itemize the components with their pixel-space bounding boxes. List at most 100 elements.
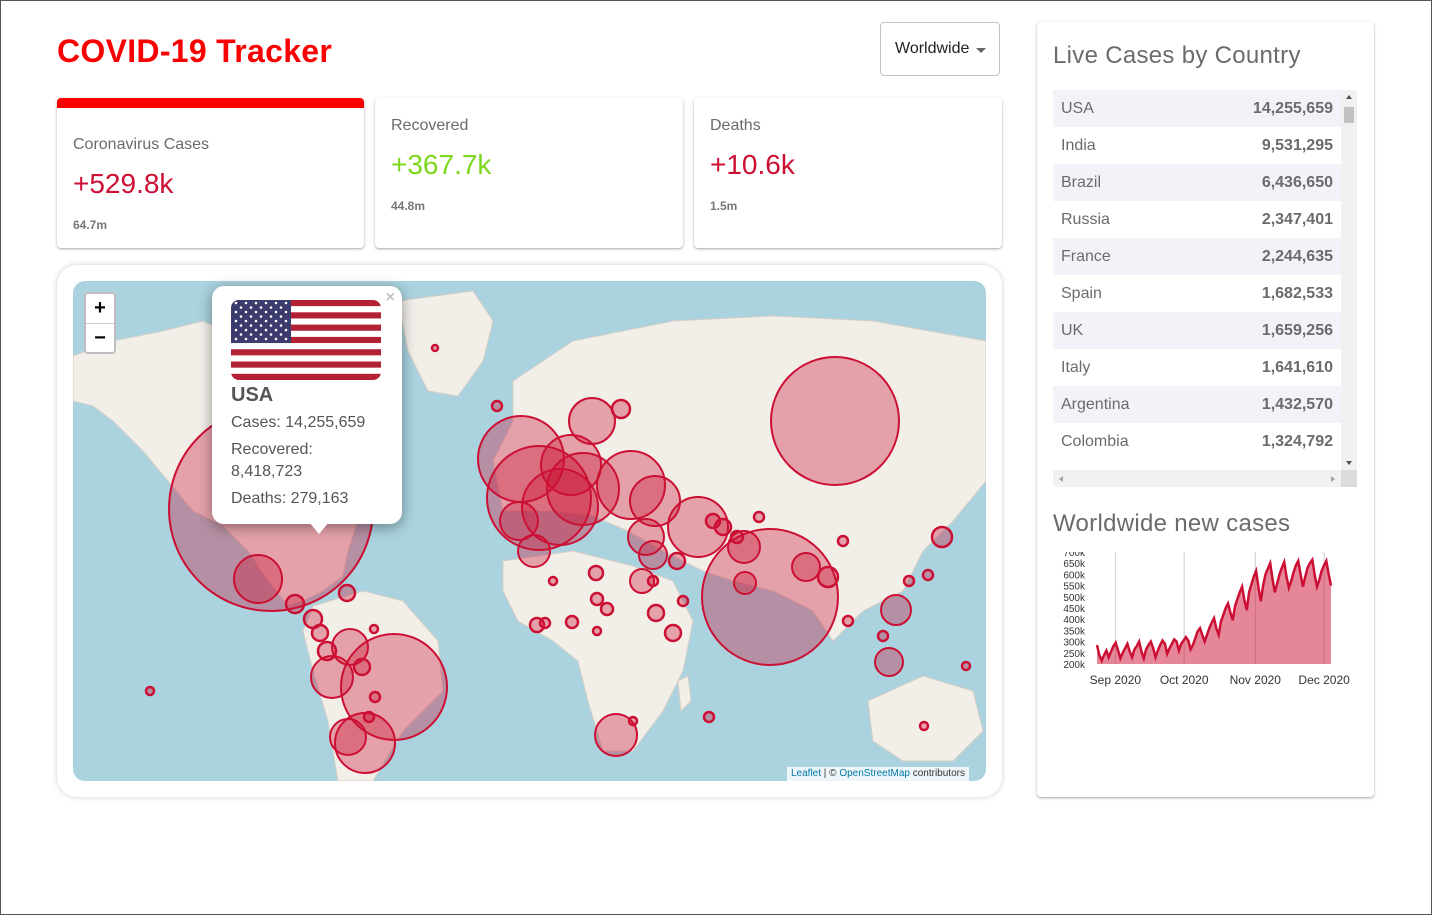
country-cases: 1,682,533: [1261, 284, 1333, 302]
y-tick-label: 400k: [1063, 615, 1086, 626]
country-name: Spain: [1061, 284, 1102, 302]
table-row: Italy 1,641,610: [1053, 349, 1341, 386]
card-total-value: 1.5m: [710, 199, 738, 213]
y-tick-label: 600k: [1063, 570, 1086, 581]
case-circle: [310, 623, 330, 643]
attribution-suffix: contributors: [909, 768, 965, 779]
case-circle: [547, 575, 559, 587]
case-circle: [663, 623, 683, 643]
y-tick-label: 250k: [1063, 649, 1086, 660]
case-circle: [918, 720, 930, 732]
country-name: France: [1061, 247, 1111, 265]
x-tick-label: Nov 2020: [1230, 673, 1282, 687]
country-name: UK: [1061, 321, 1084, 339]
case-circle: [144, 685, 156, 697]
y-tick-label: 550k: [1063, 582, 1086, 593]
deaths-card[interactable]: Deaths +10.6k 1.5m: [694, 98, 1002, 248]
case-circle: [362, 710, 376, 724]
case-circle: [704, 512, 722, 530]
table-row: Colombia 1,324,792: [1053, 423, 1341, 460]
scroll-left-arrow-icon[interactable]: [1059, 476, 1063, 482]
app-title: COVID-19 Tracker: [57, 33, 333, 69]
leaflet-link[interactable]: Leaflet: [791, 768, 821, 779]
case-circle: [880, 594, 912, 626]
case-circle: [874, 647, 904, 677]
scroll-right-arrow-icon[interactable]: [1331, 476, 1335, 482]
case-circle: [546, 452, 620, 526]
table-row: Brazil 6,436,650: [1053, 164, 1341, 201]
y-tick-label: 700k: [1063, 552, 1086, 559]
country-name: Brazil: [1061, 173, 1102, 191]
case-circle: [902, 574, 916, 588]
country-select[interactable]: Worldwide: [880, 22, 1000, 76]
x-tick-label: Sep 2020: [1090, 673, 1142, 687]
chevron-down-icon: [976, 48, 986, 53]
case-circle: [627, 715, 639, 727]
case-circle: [587, 564, 605, 582]
scroll-up-arrow-icon[interactable]: [1346, 95, 1352, 99]
case-circle: [337, 583, 357, 603]
chart-title: Worldwide new cases: [1053, 510, 1291, 537]
popup-deaths: Deaths: 279,163: [231, 490, 349, 507]
table-row: India 9,531,295: [1053, 127, 1341, 164]
cases-card[interactable]: Coronavirus Cases +529.8k 64.7m: [57, 98, 364, 248]
case-circle: [752, 510, 766, 524]
australia-land: [867, 675, 984, 762]
case-circle: [770, 356, 900, 486]
new-cases-chart: 700k650k600k550k500k450k400k350k300k250k…: [1063, 552, 1350, 687]
case-circle: [729, 529, 745, 545]
osm-link[interactable]: OpenStreetMap: [839, 768, 910, 779]
country-cases: 9,531,295: [1261, 136, 1333, 154]
case-circle: [733, 571, 757, 595]
zoom-out-button[interactable]: −: [86, 324, 114, 353]
y-tick-label: 500k: [1063, 593, 1086, 604]
recovered-card[interactable]: Recovered +367.7k 44.8m: [375, 98, 683, 248]
table-row: France 2,244,635: [1053, 238, 1341, 275]
countries-table[interactable]: USA 14,255,659 India 9,531,295 Brazil 6,436…: [1053, 90, 1341, 460]
country-name: India: [1061, 136, 1096, 154]
map-attribution: Leaflet | © OpenStreetMap contributors: [787, 767, 969, 781]
table-row: Russia 2,347,401: [1053, 201, 1341, 238]
case-circle: [876, 629, 890, 643]
y-tick-label: 300k: [1063, 638, 1086, 649]
popup-tip: [309, 522, 329, 534]
popup-recovered-label: Recovered:: [231, 441, 313, 458]
case-circle: [233, 554, 283, 604]
table-vertical-scrollbar[interactable]: [1341, 90, 1357, 470]
card-total-value: 44.8m: [391, 199, 426, 213]
country-name: Russia: [1061, 210, 1110, 228]
table-row: Spain 1,682,533: [1053, 275, 1341, 312]
case-circle: [310, 655, 354, 699]
us-flag-icon: [231, 300, 381, 380]
card-today-value: +367.7k: [391, 149, 492, 180]
country-cases: 2,347,401: [1261, 210, 1333, 228]
country-cases: 1,324,792: [1261, 432, 1333, 450]
greenland-land: [397, 290, 494, 397]
country-cases: 14,255,659: [1252, 99, 1333, 117]
y-tick-label: 200k: [1063, 660, 1086, 671]
close-icon[interactable]: ×: [386, 289, 395, 307]
case-circle: [791, 552, 821, 582]
case-circle: [284, 593, 306, 615]
case-circle: [638, 540, 668, 570]
table-horizontal-scrollbar[interactable]: [1053, 470, 1341, 487]
map-svg: [73, 290, 986, 781]
case-circle: [589, 591, 605, 607]
case-circle: [368, 623, 380, 635]
case-circle: [599, 601, 615, 617]
case-circle: [667, 551, 687, 571]
case-circle: [568, 397, 616, 445]
case-circle: [836, 534, 850, 548]
card-total-value: 64.7m: [73, 218, 108, 232]
world-map[interactable]: [73, 281, 986, 781]
case-circle: [528, 616, 546, 634]
country-cases: 6,436,650: [1261, 173, 1333, 191]
case-circle: [352, 657, 372, 677]
scroll-down-arrow-icon[interactable]: [1346, 461, 1352, 465]
scrollbar-corner: [1341, 470, 1357, 487]
scroll-thumb[interactable]: [1344, 107, 1354, 123]
case-circle: [610, 398, 632, 420]
zoom-in-button[interactable]: +: [86, 294, 114, 324]
right-panel: Live Cases by Country USA 14,255,659 Indi…: [1037, 22, 1374, 797]
case-circle: [646, 574, 660, 588]
